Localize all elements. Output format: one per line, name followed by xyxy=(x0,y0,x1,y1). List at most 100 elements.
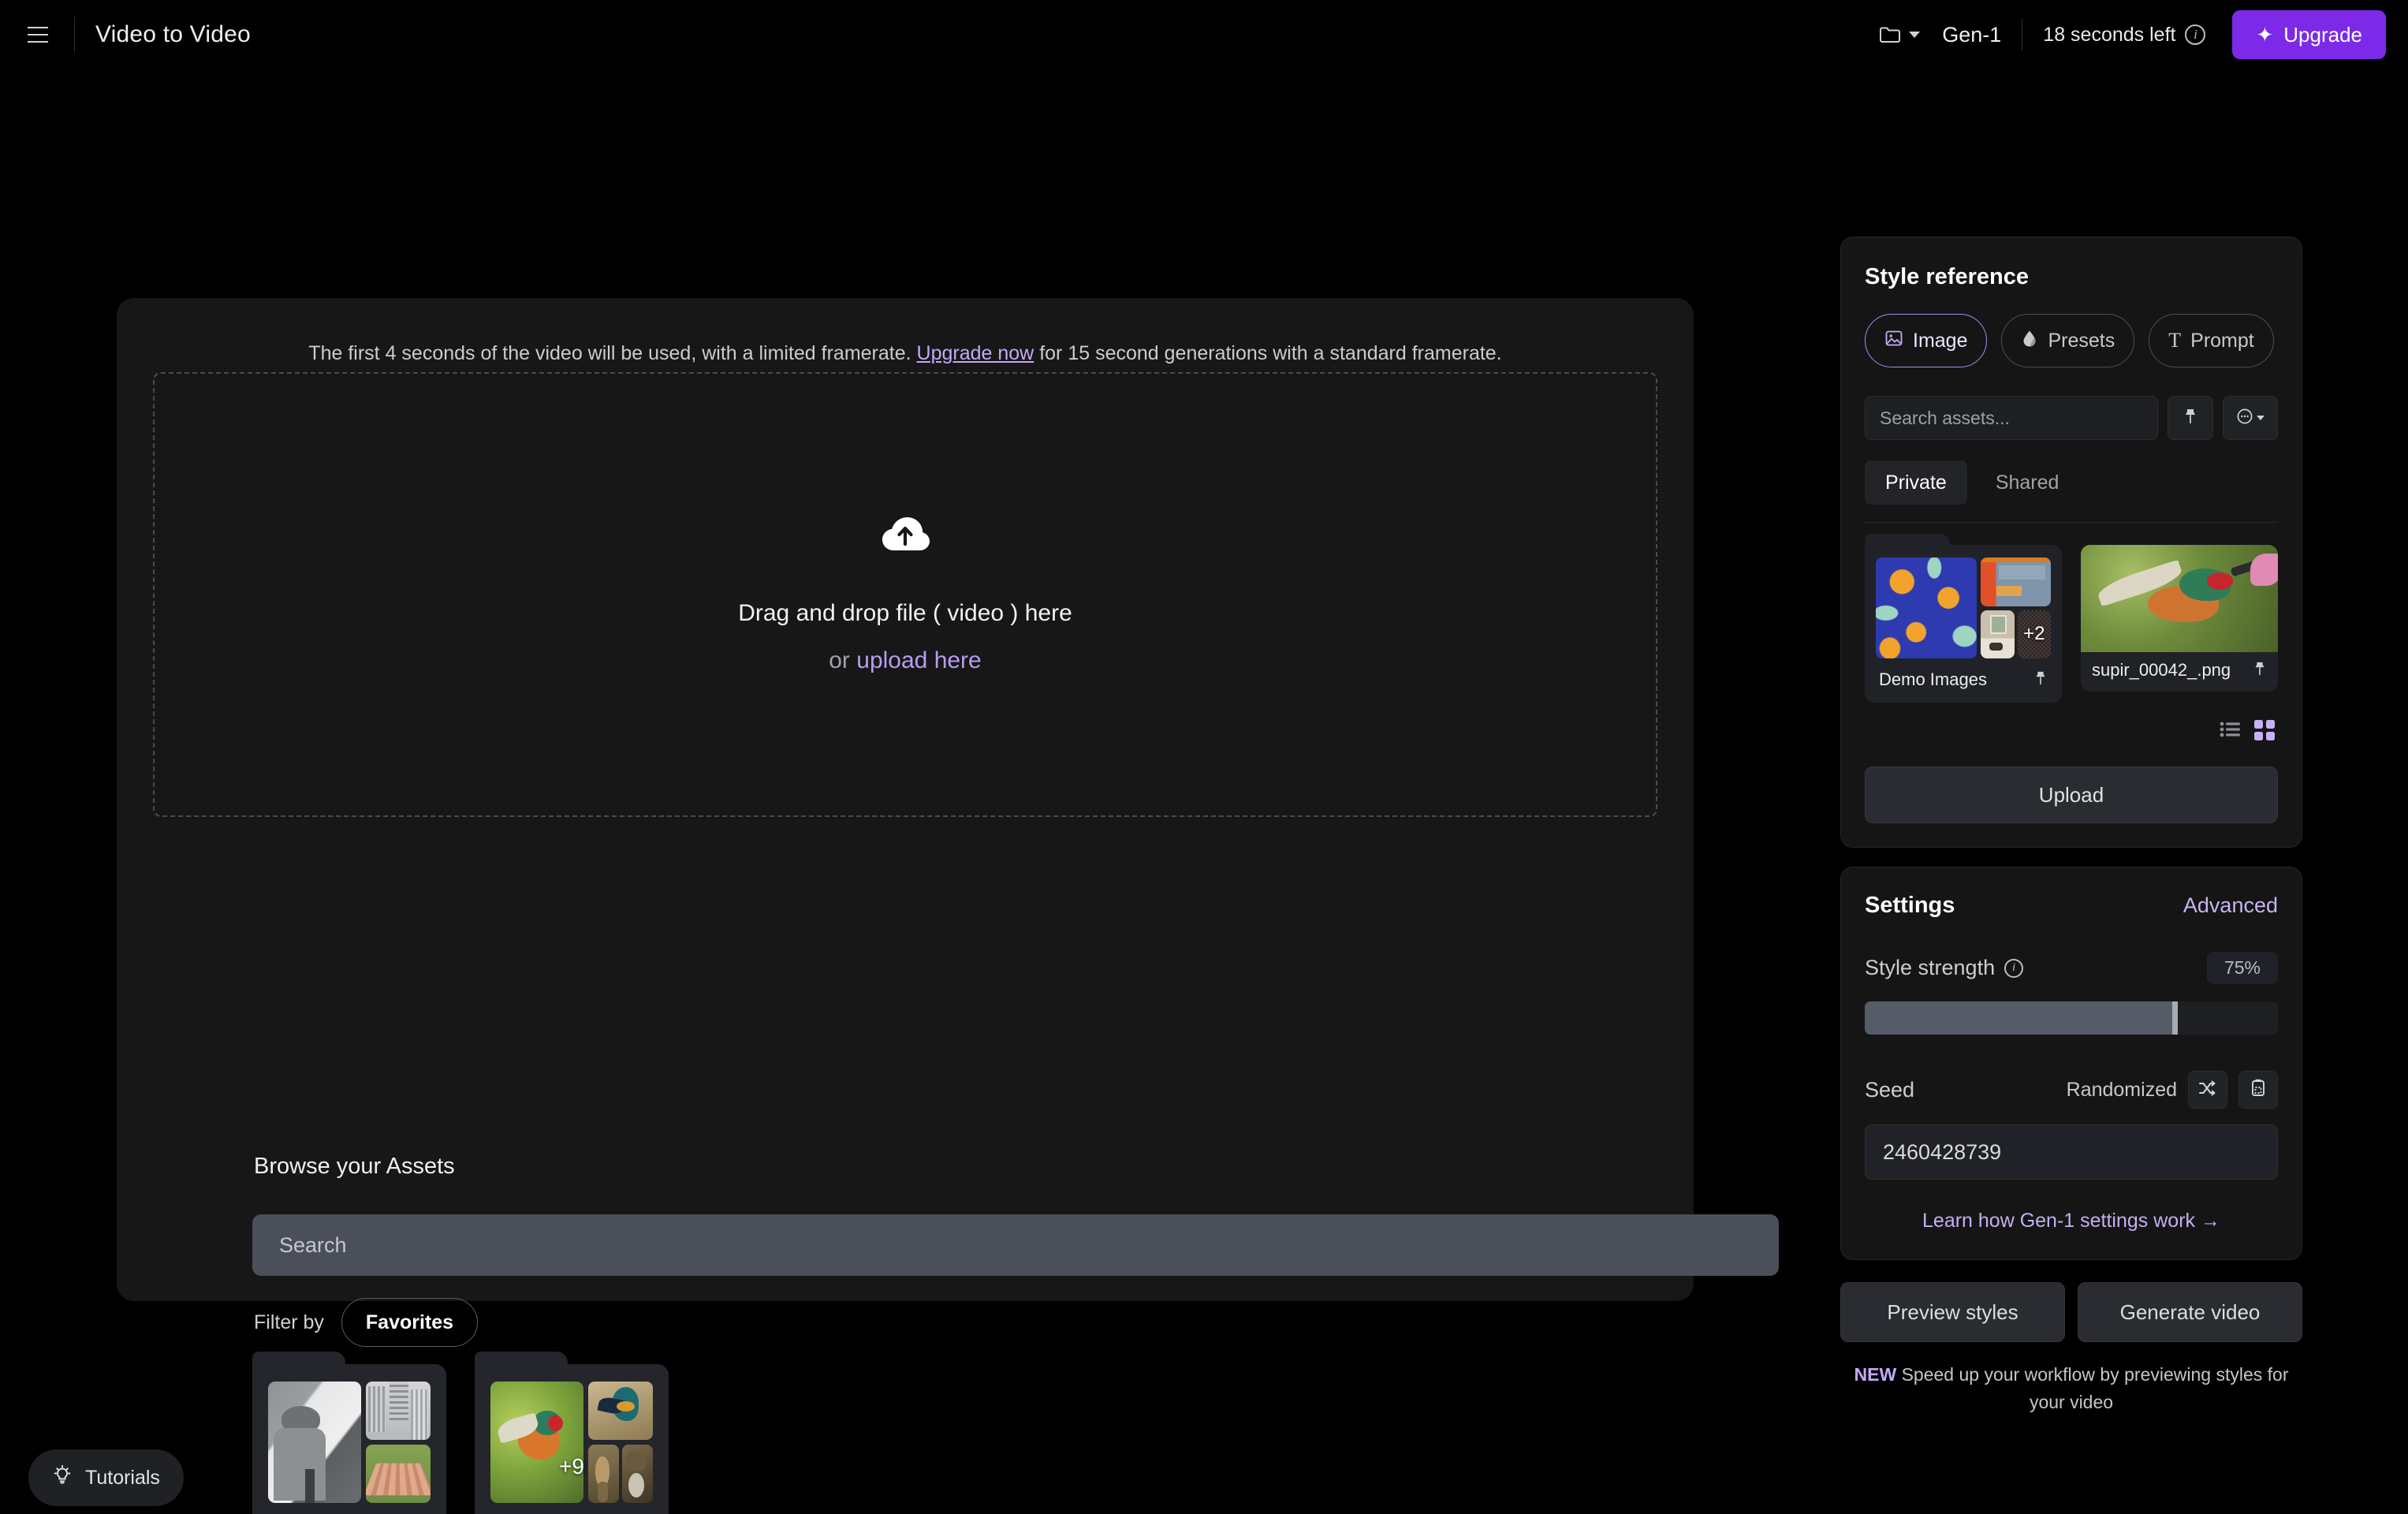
filter-by-label: Filter by xyxy=(254,1311,324,1333)
generate-video-button[interactable]: Generate video xyxy=(2078,1282,2302,1342)
tab-shared[interactable]: Shared xyxy=(1975,461,2080,505)
framerate-notice: The first 4 seconds of the video will be… xyxy=(117,342,1694,365)
asset-name: supir_00042_.png xyxy=(2092,660,2231,680)
shuffle-icon xyxy=(2198,1080,2217,1101)
folder-thumbnail-grid: +9 xyxy=(490,1382,653,1503)
folder-icon xyxy=(1879,25,1901,44)
thumbnail-split-row: +2 xyxy=(1981,610,2051,658)
more-options-button[interactable] xyxy=(2223,396,2278,440)
learn-settings-link[interactable]: Learn how Gen-1 settings work → xyxy=(1865,1210,2278,1232)
tab-private[interactable]: Private xyxy=(1865,461,1967,505)
advanced-settings-link[interactable]: Advanced xyxy=(2183,893,2278,918)
folder-thumbnail-grid xyxy=(268,1382,431,1503)
shuffle-seed-button[interactable] xyxy=(2188,1071,2227,1109)
copy-seed-button[interactable] xyxy=(2238,1071,2278,1109)
grid-view-icon[interactable] xyxy=(2254,720,2275,744)
thumbnail-image xyxy=(366,1445,431,1503)
chevron-down-icon xyxy=(1909,32,1921,38)
asset-search-row xyxy=(1865,396,2278,440)
style-strength-label-text: Style strength xyxy=(1865,956,1996,979)
style-strength-slider[interactable] xyxy=(1865,1001,2278,1035)
new-feature-note: NEW Speed up your workflow by previewing… xyxy=(1840,1361,2302,1415)
folder-name: Gen-2 xyxy=(490,1503,653,1514)
settings-header: Settings Advanced xyxy=(1865,893,2278,919)
video-dropzone[interactable]: Drag and drop file ( video ) here or upl… xyxy=(153,372,1657,817)
model-label: Gen-1 xyxy=(1942,22,2002,47)
pin-icon[interactable] xyxy=(2253,661,2267,681)
filter-row: Filter by Favorites xyxy=(254,1298,479,1347)
upgrade-button-label: Upgrade xyxy=(2283,22,2362,47)
thumbnail-image xyxy=(366,1382,431,1440)
top-bar-right: Gen-1 18 seconds left i ✦ Upgrade xyxy=(1873,0,2408,69)
new-feature-text: Speed up your workflow by previewing sty… xyxy=(1896,1364,2289,1412)
style-strength-value: 75% xyxy=(2206,952,2278,984)
dropzone-secondary-text: or upload here xyxy=(829,647,981,674)
thumbnail-split-row xyxy=(588,1445,653,1503)
style-strength-row: Style strength i 75% xyxy=(1865,952,2278,984)
upgrade-button[interactable]: ✦ Upgrade xyxy=(2232,10,2386,59)
chevron-down-icon xyxy=(2257,416,2264,420)
thumbnail-image xyxy=(588,1445,620,1503)
assets-search-input[interactable] xyxy=(252,1214,1779,1276)
thumbnail-image xyxy=(268,1382,362,1503)
pin-icon[interactable] xyxy=(2033,670,2048,690)
style-mode-prompt[interactable]: T Prompt xyxy=(2149,314,2274,367)
style-mode-image[interactable]: Image xyxy=(1865,314,1988,367)
text-icon: T xyxy=(2168,329,2182,352)
seed-input[interactable] xyxy=(1865,1124,2278,1180)
style-mode-image-label: Image xyxy=(1913,329,1968,352)
style-mode-presets[interactable]: Presets xyxy=(2001,314,2135,367)
thumbnail-image xyxy=(1876,557,1977,658)
slider-handle[interactable] xyxy=(2172,1001,2178,1035)
folder-tab-shape xyxy=(252,1352,345,1366)
asset-folder-card[interactable]: Demo Assets xyxy=(252,1352,446,1514)
folder-tab-shape xyxy=(475,1352,568,1366)
style-reference-title: Style reference xyxy=(1865,264,2029,289)
hamburger-icon[interactable] xyxy=(21,17,55,52)
thumbnail-image xyxy=(490,1382,584,1503)
thumbnail-image xyxy=(2081,545,2278,652)
style-strength-label: Style strength i xyxy=(1865,956,2024,980)
settings-panel: Settings Advanced Style strength i 75% S… xyxy=(1840,867,2302,1260)
seed-mode-label: Randomized xyxy=(2066,1078,2177,1101)
preview-styles-button[interactable]: Preview styles xyxy=(1840,1282,2065,1342)
asset-folder-card[interactable]: +9 xyxy=(475,1352,669,1514)
upgrade-now-link[interactable]: Upgrade now xyxy=(917,342,1034,364)
slider-fill xyxy=(1865,1001,2175,1035)
thumbnail-image xyxy=(622,1445,653,1503)
top-bar: Video to Video Gen-1 18 seconds left i ✦… xyxy=(0,0,2408,69)
tutorials-button[interactable]: Tutorials xyxy=(28,1449,184,1506)
style-asset-image-card[interactable]: supir_00042_.png xyxy=(2081,545,2278,692)
folder-thumbnail-grid: +2 xyxy=(1876,557,2051,658)
folder-footer: Demo Images xyxy=(1876,658,2051,703)
list-view-icon[interactable] xyxy=(2220,720,2242,744)
action-buttons-row: Preview styles Generate video xyxy=(1840,1282,2302,1342)
more-options-icon xyxy=(2236,408,2253,429)
clipboard-icon xyxy=(2250,1079,2267,1102)
seed-label: Seed xyxy=(1865,1077,1915,1102)
right-rail: Style reference Image Presets T Prompt S… xyxy=(1840,237,2302,1415)
panel-divider xyxy=(1865,522,2278,523)
folder-name: Demo Images xyxy=(1879,669,1987,689)
folder-name: Demo Assets xyxy=(268,1503,431,1514)
pin-filter-button[interactable] xyxy=(2168,396,2213,440)
seed-row: Seed Randomized xyxy=(1865,1071,2278,1109)
cloud-upload-icon xyxy=(881,516,930,556)
style-asset-folder[interactable]: +2 Demo Images xyxy=(1865,534,2062,703)
thumbnail-side-column xyxy=(366,1382,431,1503)
asset-footer: supir_00042_.png xyxy=(2081,660,2278,692)
notice-prefix: The first 4 seconds of the video will be… xyxy=(308,342,917,364)
info-icon[interactable]: i xyxy=(2004,958,2024,978)
page-title: Video to Video xyxy=(95,21,251,47)
upload-button[interactable]: Upload xyxy=(1865,766,2278,823)
folder-selector[interactable] xyxy=(1873,21,1926,49)
folder-tab-shape xyxy=(1865,534,1950,546)
filter-favorites-chip[interactable]: Favorites xyxy=(341,1298,479,1347)
arrow-right-icon: → xyxy=(2200,1210,2220,1232)
upload-here-link[interactable]: upload here xyxy=(856,647,981,673)
info-icon[interactable]: i xyxy=(2185,24,2206,45)
view-mode-toggle xyxy=(1865,720,2278,744)
style-assets-search-input[interactable] xyxy=(1865,396,2158,440)
browse-assets-heading: Browse your Assets xyxy=(254,1154,455,1179)
sparkle-icon: ✦ xyxy=(2256,23,2274,47)
